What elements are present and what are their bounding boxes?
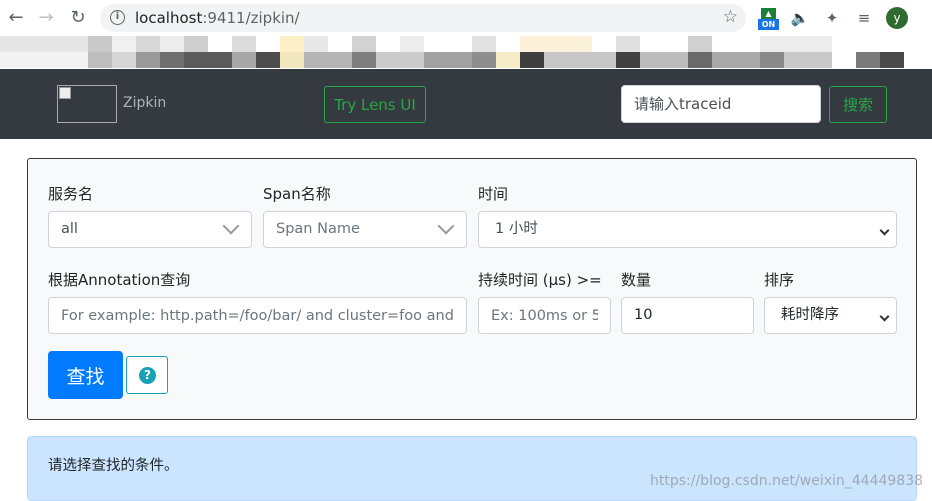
span-name-label: Span名称 (263, 185, 331, 203)
sort-order-value: 耗时降序 (781, 307, 839, 323)
time-range-select[interactable]: 1 小时 (478, 211, 897, 248)
span-name-placeholder: Span Name (276, 221, 360, 237)
limit-label: 数量 (621, 271, 652, 289)
traceid-search-button[interactable]: 搜索 (829, 86, 887, 123)
time-range-value: 1 小时 (495, 221, 538, 237)
traceid-input[interactable] (621, 85, 821, 123)
url-path: :9411/zipkin/ (202, 9, 300, 27)
app-navbar: Zipkin Try Lens UI 搜索 (0, 69, 932, 139)
bookmark-star-icon[interactable]: ☆ (723, 7, 738, 27)
reload-icon[interactable]: ↻ (68, 8, 88, 28)
service-name-value: all (61, 221, 78, 237)
limit-input[interactable]: 10 (621, 297, 754, 334)
address-bar[interactable]: i localhost:9411/zipkin/ ☆ (100, 4, 746, 32)
url-host: localhost (135, 9, 203, 27)
speaker-icon[interactable]: 🔈 (790, 8, 810, 28)
select-arrow-icon (879, 311, 890, 322)
question-circle-icon: ? (139, 367, 156, 384)
try-lens-ui-button[interactable]: Try Lens UI (324, 86, 426, 123)
profile-avatar[interactable]: y (886, 7, 908, 29)
annotation-query-input[interactable] (48, 297, 467, 334)
back-arrow-icon[interactable]: ← (6, 8, 26, 28)
help-button[interactable]: ? (126, 356, 168, 394)
select-arrow-icon (879, 225, 890, 236)
media-queue-icon[interactable]: ≡ (854, 8, 874, 28)
csdn-watermark: https://blog.csdn.net/weixin_44449838 (650, 473, 924, 489)
brand-name[interactable]: Zipkin (123, 95, 166, 111)
browser-toolbar: ← → ↻ i localhost:9411/zipkin/ ☆ ▲ ON 🔈 … (0, 0, 932, 36)
bookmarks-bar-blurred (0, 36, 932, 68)
info-icon[interactable]: i (110, 10, 125, 25)
find-traces-button[interactable]: 查找 (48, 351, 123, 399)
min-duration-input[interactable] (478, 297, 611, 334)
extension-on-icon[interactable]: ▲ ON (758, 8, 779, 30)
extension-badge-icon: ▲ (761, 8, 776, 19)
alert-message: 请选择查找的条件。 (48, 458, 179, 474)
time-label: 时间 (478, 185, 509, 203)
limit-value: 10 (634, 307, 653, 323)
broken-image-icon (59, 87, 71, 99)
span-name-select[interactable]: Span Name (263, 211, 467, 248)
forward-arrow-icon[interactable]: → (36, 8, 56, 28)
puzzle-extensions-icon[interactable]: ✦ (822, 8, 842, 28)
info-alert: 请选择查找的条件。 (27, 436, 917, 501)
chevron-down-icon (437, 217, 455, 235)
service-name-label: 服务名 (48, 185, 94, 203)
service-name-select[interactable]: all (48, 211, 252, 248)
search-form-card: 服务名 all Span名称 Span Name 时间 1 小时 根据Annot… (27, 158, 917, 420)
zipkin-logo-broken-image[interactable] (57, 85, 117, 123)
extension-on-label: ON (758, 19, 779, 30)
duration-label: 持续时间 (μs) >= (478, 271, 602, 289)
sort-label: 排序 (764, 271, 795, 289)
url-text[interactable]: localhost:9411/zipkin/ (135, 9, 300, 27)
annotation-query-label: 根据Annotation查询 (48, 271, 191, 289)
sort-order-select[interactable]: 耗时降序 (764, 297, 897, 334)
chevron-down-icon (222, 217, 240, 235)
